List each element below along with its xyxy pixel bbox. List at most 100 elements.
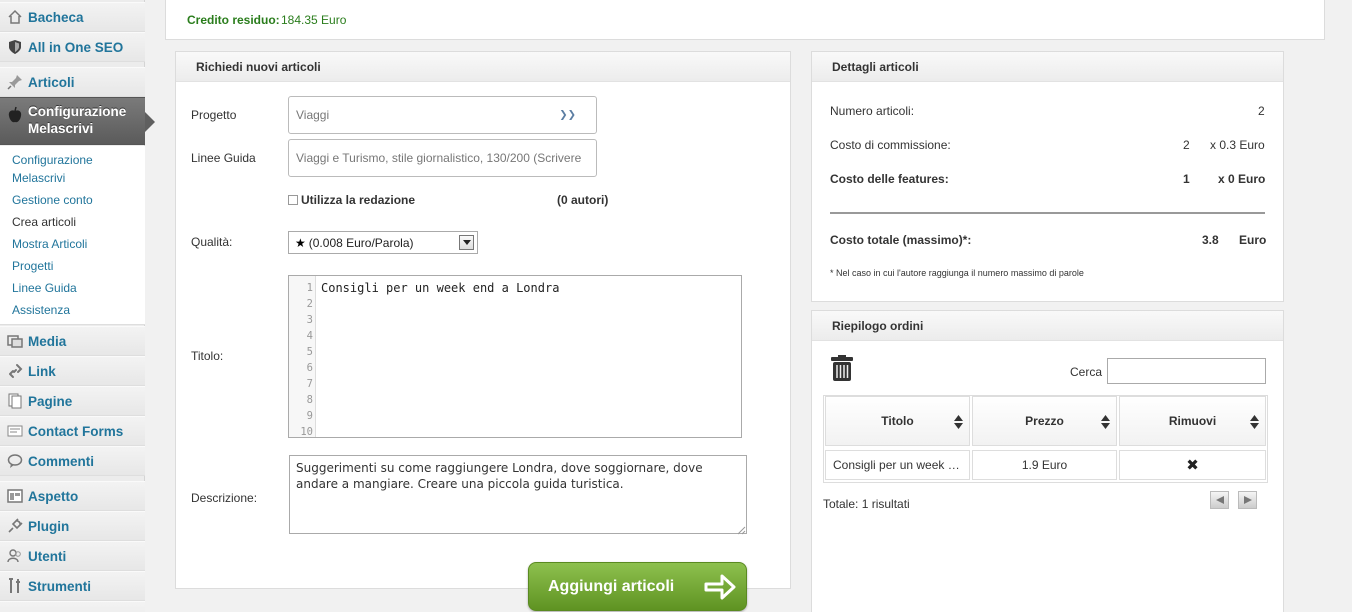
prev-page-button[interactable]	[1210, 491, 1229, 509]
menu-articoli-label: Articoli	[28, 74, 75, 90]
qualita-select[interactable]: ★ (0.008 Euro/Parola)	[288, 231, 478, 254]
search-label: Cerca	[1070, 365, 1103, 379]
autori-count: (0 autori)	[557, 193, 609, 207]
totale-note: * Nel caso in cui l'autore raggiunga il …	[830, 268, 1084, 278]
sort-icon	[1250, 415, 1259, 432]
totale-value: 3.8	[1202, 233, 1219, 247]
qualita-label: Qualità:	[191, 235, 233, 249]
menu-seo-label: All in One SEO	[28, 39, 124, 55]
titolo-editor[interactable]: 1 2 3 4 5 6 7 8 9 10 Consigli per un week end a L…	[288, 275, 742, 438]
linee-guida-value: Viaggi e Turismo, stile giornalistico, 1…	[296, 151, 582, 165]
next-page-button[interactable]	[1238, 491, 1257, 509]
menu-articoli[interactable]: Articoli	[0, 67, 145, 97]
submenu-config-line2: Melascrivi	[12, 171, 66, 185]
shield-icon	[6, 38, 24, 56]
menu-plugin-label: Plugin	[28, 518, 70, 534]
pages-icon	[6, 392, 24, 410]
aggiungi-articoli-button[interactable]: Aggiungi articoli	[528, 562, 747, 611]
pin-icon	[6, 73, 24, 91]
menu-link-label: Link	[28, 363, 56, 379]
submenu-assistenza[interactable]: Assistenza	[12, 301, 70, 319]
trash-icon[interactable]	[830, 355, 854, 382]
progetto-select[interactable]: Viaggi ❯❯	[288, 96, 597, 134]
menu-commenti[interactable]: Commenti	[0, 446, 145, 476]
submenu-configurazione[interactable]: Configurazione Melascrivi	[12, 151, 93, 187]
remove-order-button[interactable]: ✖	[1119, 450, 1266, 480]
menu-media-label: Media	[28, 333, 67, 349]
line-number: 5	[306, 346, 313, 358]
dropdown-arrow-icon[interactable]	[459, 235, 474, 250]
redazione-checkbox[interactable]	[288, 195, 298, 205]
descrizione-textarea[interactable]: Suggerimenti su come raggiungere Londra,…	[289, 455, 747, 534]
menu-utenti-label: Utenti	[28, 548, 67, 564]
linee-guida-select[interactable]: Viaggi e Turismo, stile giornalistico, 1…	[288, 139, 597, 177]
menu-contact-forms[interactable]: Contact Forms	[0, 416, 145, 446]
table-row-prezzo: 1.9 Euro	[972, 450, 1117, 480]
menu-utenti[interactable]: Utenti	[0, 541, 145, 571]
menu-media[interactable]: Media	[0, 326, 145, 356]
menu-all-in-one-seo[interactable]: All in One SEO	[0, 32, 145, 62]
progetto-value: Viaggi	[296, 108, 330, 122]
plugin-icon	[6, 517, 24, 535]
column-header-titolo[interactable]: Titolo	[825, 396, 970, 446]
results-total: Totale: 1 risultati	[823, 497, 910, 511]
menu-config-label-line1: Configurazione	[28, 104, 127, 119]
numero-articoli-label: Numero articoli:	[830, 104, 915, 118]
column-rimuovi-label: Rimuovi	[1168, 414, 1217, 428]
search-input[interactable]	[1107, 358, 1266, 384]
menu-strumenti[interactable]: Strumenti	[0, 571, 145, 601]
line-number: 9	[306, 410, 313, 422]
submenu-gestione-conto[interactable]: Gestione conto	[12, 191, 93, 209]
menu-pagine-label: Pagine	[28, 393, 73, 409]
commissione-label: Costo di commissione:	[830, 138, 951, 152]
column-header-prezzo[interactable]: Prezzo	[972, 396, 1117, 446]
submenu-crea-articoli[interactable]: Crea articoli	[12, 213, 76, 231]
progetto-label: Progetto	[191, 108, 237, 122]
credit-label: Credito residuo:	[187, 13, 280, 27]
request-panel-title: Richiedi nuovi articoli	[176, 52, 790, 82]
column-header-rimuovi[interactable]: Rimuovi	[1119, 396, 1266, 446]
menu-aspetto-label: Aspetto	[28, 488, 79, 504]
line-number: 10	[300, 426, 313, 438]
menu-plugin[interactable]: Plugin	[0, 511, 145, 541]
menu-strumenti-label: Strumenti	[28, 578, 92, 594]
submenu-config-line1: Configurazione	[12, 153, 93, 167]
arrow-right-small-icon	[1243, 496, 1252, 504]
chevron-down-icon: ❯❯	[559, 109, 576, 121]
appearance-icon	[6, 487, 24, 505]
line-number: 3	[306, 314, 313, 326]
qualita-value: (0.008 Euro/Parola)	[308, 235, 414, 250]
details-panel-title: Dettagli articoli	[812, 52, 1283, 82]
menu-aspetto[interactable]: Aspetto	[0, 481, 145, 511]
submenu-mostra-articoli[interactable]: Mostra Articoli	[12, 235, 87, 253]
users-icon	[6, 547, 24, 565]
order-title-cell: Consigli per un week end a Londra	[833, 458, 961, 472]
home-icon	[6, 8, 24, 26]
totale-label: Costo totale (massimo)*:	[830, 233, 972, 247]
submenu-linee-guida[interactable]: Linee Guida	[12, 279, 77, 297]
comment-icon	[6, 452, 24, 470]
star-rating: ★	[295, 235, 306, 250]
link-icon	[6, 362, 24, 380]
menu-configurazione-melascrivi[interactable]: Configurazione Melascrivi	[0, 97, 155, 145]
menu-pagine[interactable]: Pagine	[0, 386, 145, 416]
column-titolo-label: Titolo	[881, 414, 914, 428]
column-prezzo-label: Prezzo	[1025, 414, 1064, 428]
divider	[830, 212, 1265, 214]
media-icon	[6, 332, 24, 350]
submenu: Configurazione Melascrivi Gestione conto …	[0, 146, 145, 325]
features-qty: 1	[1183, 172, 1190, 186]
menu-link[interactable]: Link	[0, 356, 145, 386]
line-number: 2	[306, 298, 313, 310]
aggiungi-articoli-label: Aggiungi articoli	[548, 577, 675, 595]
line-number: 8	[306, 394, 313, 406]
line-number: 4	[306, 330, 313, 342]
sort-icon	[954, 415, 963, 432]
submenu-progetti[interactable]: Progetti	[12, 257, 53, 275]
admin-sidebar: Bacheca All in One SEO Articoli Configur…	[0, 0, 155, 612]
linee-guida-label: Linee Guida	[191, 151, 256, 165]
menu-bacheca[interactable]: Bacheca	[0, 2, 145, 32]
redazione-label: Utilizza la redazione	[301, 193, 416, 207]
resize-handle-icon[interactable]	[737, 524, 746, 535]
menu-more[interactable]	[0, 601, 145, 612]
